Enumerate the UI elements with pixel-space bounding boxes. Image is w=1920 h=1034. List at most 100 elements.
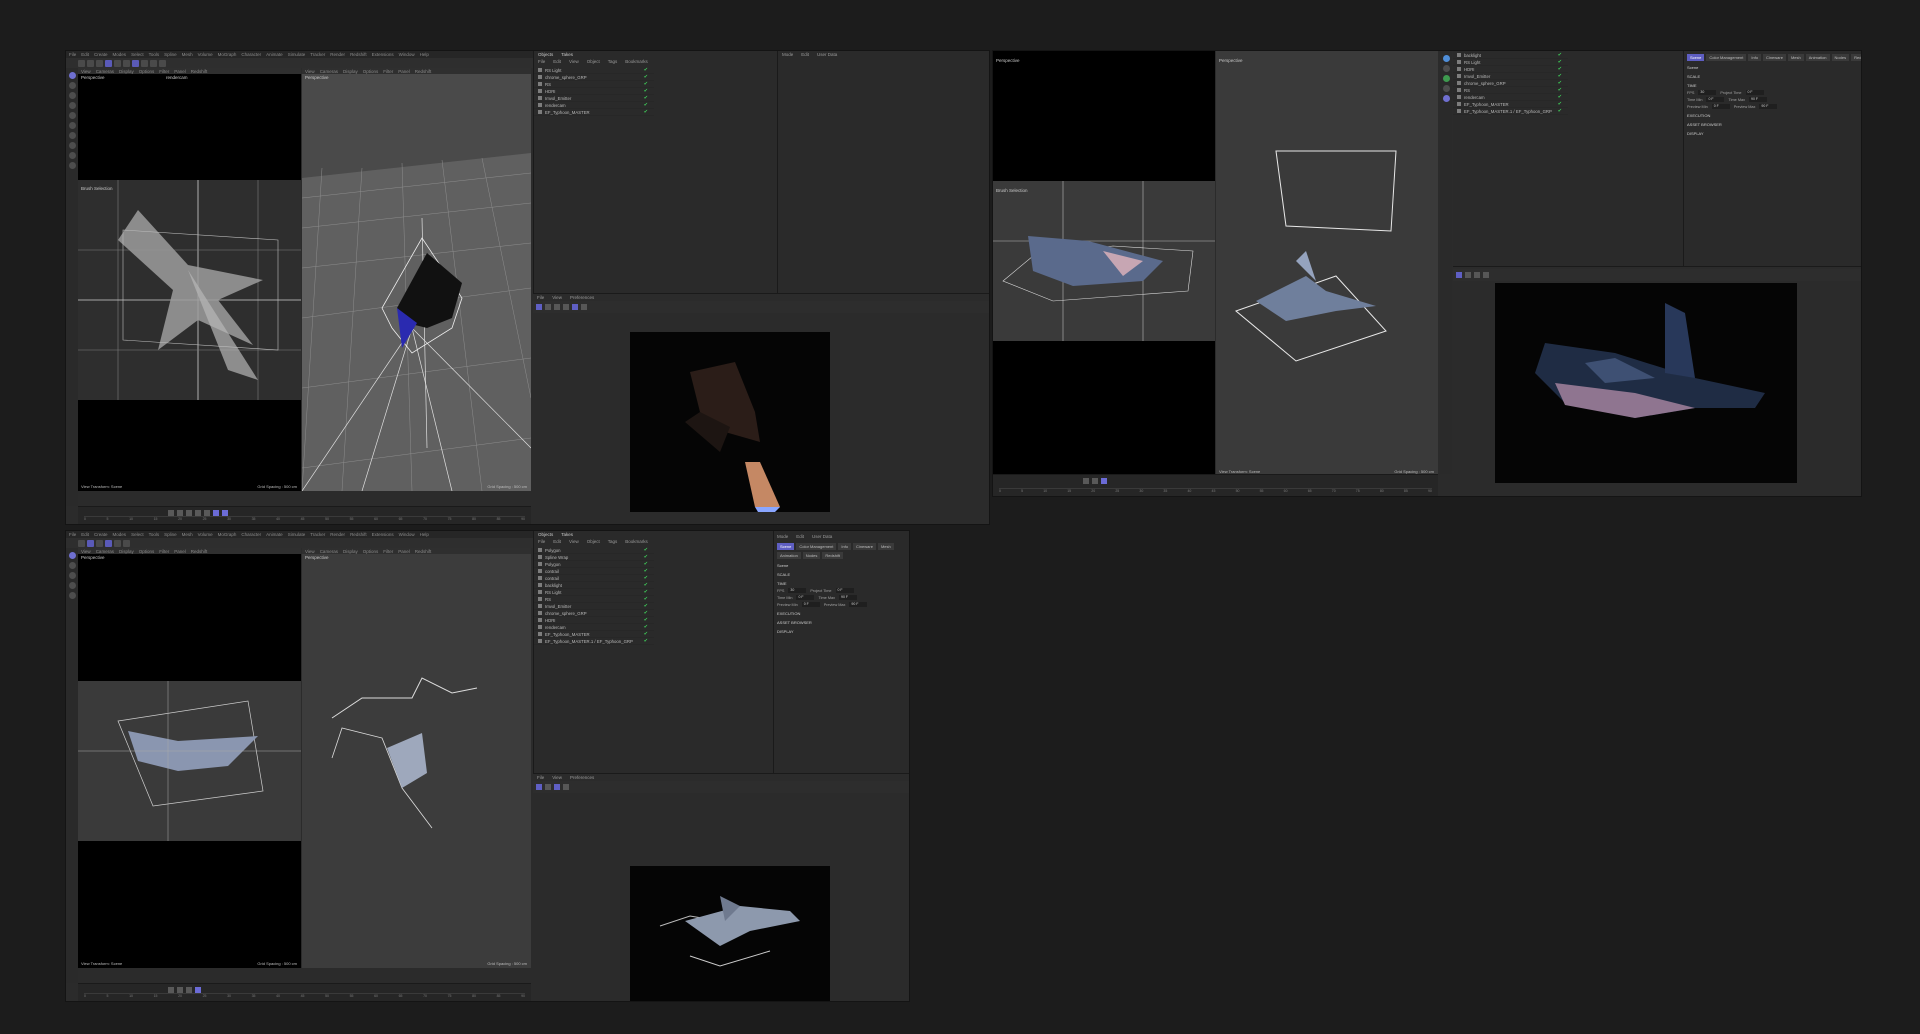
object-row[interactable]: RS Light ✔ xyxy=(534,589,654,596)
object-row[interactable]: RS Light ✔ xyxy=(1453,59,1568,66)
viewport-menu-item-1[interactable]: Cameras xyxy=(96,549,114,554)
visibility-check-icon[interactable]: ✔ xyxy=(644,81,648,87)
edge-icon[interactable] xyxy=(68,122,76,129)
visibility-check-icon[interactable]: ✔ xyxy=(644,617,648,623)
attr-group-scale[interactable]: SCALE xyxy=(777,572,908,577)
cube-icon[interactable] xyxy=(150,59,157,67)
render-view-icon[interactable] xyxy=(132,59,139,67)
visibility-check-icon[interactable]: ✔ xyxy=(644,102,648,108)
objects-menu-item-5[interactable]: Bookmarks xyxy=(625,539,648,544)
viewport-menu-item-5[interactable]: Panel xyxy=(174,549,186,554)
attr-tab-3[interactable]: Cineware xyxy=(1763,54,1786,61)
viewport-menu-item-5[interactable]: Panel xyxy=(398,69,410,74)
object-row[interactable]: rendercam ✔ xyxy=(1453,94,1568,101)
rotate-tool-icon[interactable] xyxy=(68,102,76,109)
visibility-check-icon[interactable]: ✔ xyxy=(644,88,648,94)
attr-field-input[interactable]: 0 F xyxy=(835,588,854,593)
attr-group-asset-browser[interactable]: ASSET BROWSER xyxy=(777,620,908,625)
attr-tab-5[interactable]: Animation xyxy=(777,552,801,559)
viewport-menu-item-1[interactable]: Cameras xyxy=(320,549,338,554)
menu-item-2[interactable]: Create xyxy=(94,532,108,537)
attr-field-input[interactable]: 90 F xyxy=(1749,97,1768,102)
visibility-check-icon[interactable]: ✔ xyxy=(644,638,648,644)
attr-tab-1[interactable]: Color Management xyxy=(1706,54,1747,61)
timeline-2[interactable]: 0 5 10 15 20 25 30 35 40 45 50 55 60 65 70 75 80 85 90 xyxy=(993,474,1438,496)
attr-tab-6[interactable]: Nodes xyxy=(1831,54,1850,61)
object-row[interactable]: Polygon ✔ xyxy=(534,561,654,568)
objects-menu-item-2[interactable]: View xyxy=(569,539,579,544)
menu-item-10[interactable]: Character xyxy=(241,532,261,537)
menu-item-9[interactable]: MoGraph xyxy=(218,52,237,57)
object-row[interactable]: EF_Typhoon_MASTER ✔ xyxy=(1453,101,1568,108)
attr-tab-7[interactable]: Redshift xyxy=(1851,54,1861,61)
render-start-icon-3[interactable] xyxy=(536,784,542,790)
object-row[interactable]: backlight ✔ xyxy=(534,582,654,589)
attr-menu-item-1[interactable]: Edit xyxy=(796,534,804,539)
visibility-check-icon[interactable]: ✔ xyxy=(644,589,648,595)
generator-icon[interactable] xyxy=(1442,75,1450,82)
visibility-check-icon[interactable]: ✔ xyxy=(644,67,648,73)
objects-tab-0[interactable]: Objects xyxy=(538,52,553,57)
menu-item-3[interactable]: Modes xyxy=(113,52,127,57)
menu-item-13[interactable]: Tracker xyxy=(310,532,325,537)
object-row[interactable]: chrome_sphere_GRP ✔ xyxy=(534,74,654,81)
visibility-check-icon[interactable]: ✔ xyxy=(1558,108,1562,114)
attr-field-input[interactable]: 0 F xyxy=(1706,97,1725,102)
menu-item-13[interactable]: Tracker xyxy=(310,52,325,57)
viewport-menu-item-0[interactable]: View xyxy=(305,69,315,74)
attr-field-input[interactable]: 0 F xyxy=(796,595,815,600)
attr-menu-item-2[interactable]: User Data xyxy=(812,534,832,539)
menu-item-6[interactable]: Spline xyxy=(164,532,177,537)
visibility-check-icon[interactable]: ✔ xyxy=(1558,80,1562,86)
timeline-ruler-2[interactable]: 0 5 10 15 20 25 30 35 40 45 50 55 60 65 70 75 80 85 90 xyxy=(999,488,1432,493)
move-icon[interactable] xyxy=(105,59,112,67)
attr-group-display[interactable]: DISPLAY xyxy=(1687,131,1860,136)
attributes-menu[interactable]: Mode Edit User Data xyxy=(782,52,837,57)
viewport-menu-item-4[interactable]: Filter xyxy=(159,549,169,554)
objects-menu-item-5[interactable]: Bookmarks xyxy=(625,59,648,64)
objects-menu-item-3[interactable]: Object xyxy=(587,539,600,544)
object-row[interactable]: rendercam ✔ xyxy=(534,624,654,631)
snapshot-icon-2[interactable] xyxy=(1483,272,1489,278)
render-icon[interactable] xyxy=(141,59,148,67)
visibility-check-icon[interactable]: ✔ xyxy=(644,603,648,609)
attr-tab-6[interactable]: Nodes xyxy=(802,552,821,559)
attr-group-time[interactable]: TIME xyxy=(777,581,908,586)
viewport-menu-item-6[interactable]: Redshift xyxy=(191,549,208,554)
brush-icon-3[interactable] xyxy=(68,592,76,599)
menu-item-3[interactable]: Modes xyxy=(113,532,127,537)
object-row[interactable]: rendercam ✔ xyxy=(534,102,654,109)
viewport-right-menu[interactable]: View Cameras Display Options Filter Panel Reds… xyxy=(302,68,531,74)
attributes-menu-3[interactable]: Mode Edit User Data xyxy=(777,534,908,539)
menu-item-17[interactable]: Window xyxy=(399,532,415,537)
menu-item-15[interactable]: Redshift xyxy=(350,532,367,537)
object-row[interactable]: EF_Typhoon_MASTER.1 / EF_Typhoon_GRP ✔ xyxy=(534,638,654,645)
menu-item-16[interactable]: Extensions xyxy=(372,52,394,57)
timeline-ruler-3[interactable]: 0 5 10 15 20 25 30 35 40 45 50 55 60 65 70 75 80 85 90 xyxy=(84,993,525,998)
visibility-check-icon[interactable]: ✔ xyxy=(644,95,648,101)
attr-tab-2[interactable]: Info xyxy=(1748,54,1762,61)
visibility-check-icon[interactable]: ✔ xyxy=(644,74,648,80)
attr-field-input[interactable]: 0 F xyxy=(1711,104,1730,109)
viewport-menu-item-5[interactable]: Panel xyxy=(398,549,410,554)
timeline[interactable]: 0 5 10 15 20 25 30 35 40 45 50 55 60 65 70 75 80 85 90 xyxy=(78,506,531,524)
object-row[interactable]: HDRI ✔ xyxy=(534,88,654,95)
select-icon[interactable] xyxy=(96,59,103,67)
undo-icon-3[interactable] xyxy=(78,539,85,547)
menu-item-1[interactable]: Edit xyxy=(81,52,89,57)
menu-item-1[interactable]: Edit xyxy=(81,532,89,537)
viewport-front[interactable]: Brush Selection xyxy=(993,181,1215,341)
spline-icon[interactable] xyxy=(1442,65,1450,72)
snapshot-icon[interactable] xyxy=(581,304,587,310)
attr-field-input[interactable]: 90 F xyxy=(1759,104,1778,109)
menu-item-11[interactable]: Animate xyxy=(266,532,283,537)
visibility-check-icon[interactable]: ✔ xyxy=(1558,59,1562,65)
viewport-menu-item-3[interactable]: Options xyxy=(363,549,379,554)
move-icon-3[interactable] xyxy=(87,539,94,547)
scale-icon[interactable] xyxy=(114,59,121,67)
polygon-icon[interactable] xyxy=(68,112,76,119)
visibility-check-icon[interactable]: ✔ xyxy=(644,554,648,560)
menu-item-15[interactable]: Redshift xyxy=(350,52,367,57)
menu-item-17[interactable]: Window xyxy=(399,52,415,57)
attr-field-input[interactable]: 90 F xyxy=(849,602,868,607)
